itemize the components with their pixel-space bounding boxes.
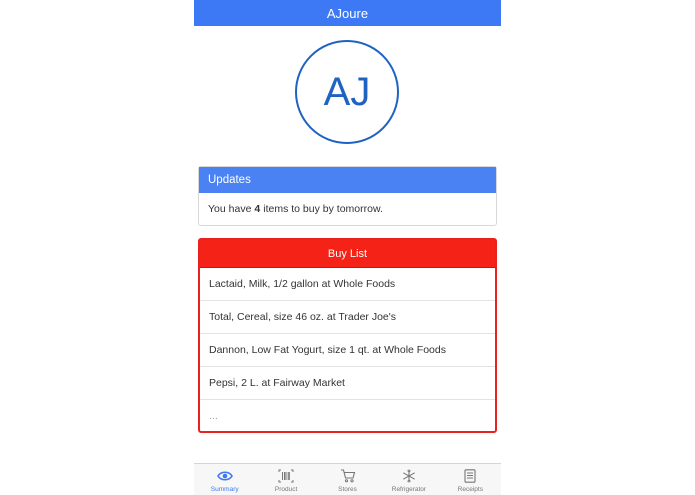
tab-label: Product bbox=[274, 486, 298, 493]
tab-label: Receipts bbox=[457, 486, 483, 493]
avatar-initials: AJ bbox=[323, 69, 371, 114]
eye-icon bbox=[216, 471, 233, 481]
tab-summary[interactable]: Summary bbox=[194, 464, 255, 495]
list-item-more[interactable]: ... bbox=[200, 400, 495, 432]
list-item[interactable]: Dannon, Low Fat Yogurt, size 1 qt. at Wh… bbox=[200, 334, 495, 367]
list-item-label: Lactaid, Milk, 1/2 gallon at Whole Foods bbox=[209, 278, 396, 290]
buy-list-panel: Buy List Lactaid, Milk, 1/2 gallon at Wh… bbox=[198, 238, 497, 433]
updates-title: Updates bbox=[208, 174, 251, 186]
tab-receipts[interactable]: Receipts bbox=[440, 464, 501, 495]
buy-list-header: Buy List bbox=[200, 240, 495, 268]
tab-label: Refrigerator bbox=[391, 486, 427, 493]
tab-refrigerator[interactable]: Refrigerator bbox=[378, 464, 439, 495]
updates-text-before: You have bbox=[208, 203, 252, 215]
receipt-icon bbox=[464, 469, 476, 483]
app-header: AJoure bbox=[194, 0, 501, 26]
updates-text-after: items to buy by tomorrow. bbox=[263, 203, 383, 215]
updates-panel: Updates You have 4 items to buy by tomor… bbox=[198, 166, 497, 226]
list-item-label: ... bbox=[209, 410, 218, 422]
tab-label: Stores bbox=[338, 486, 357, 493]
list-item[interactable]: Pepsi, 2 L. at Fairway Market bbox=[200, 367, 495, 400]
updates-body: You have 4 items to buy by tomorrow. bbox=[199, 193, 496, 225]
list-item[interactable]: Total, Cereal, size 46 oz. at Trader Joe… bbox=[200, 301, 495, 334]
list-item-label: Dannon, Low Fat Yogurt, size 1 qt. at Wh… bbox=[209, 344, 446, 356]
list-item-label: Pepsi, 2 L. at Fairway Market bbox=[209, 377, 345, 389]
tab-label: Summary bbox=[210, 486, 239, 493]
snowflake-icon bbox=[402, 469, 415, 483]
cart-icon bbox=[340, 469, 355, 483]
app-title: AJoure bbox=[326, 5, 369, 21]
phone-screen: AJoure AJ Updates You have 4 items to bu… bbox=[194, 0, 501, 495]
list-item[interactable]: Lactaid, Milk, 1/2 gallon at Whole Foods bbox=[200, 268, 495, 301]
buy-list-title: Buy List bbox=[327, 247, 368, 260]
tab-bar: Summary Product Stores Refrigerator Rece… bbox=[194, 463, 501, 495]
updates-header: Updates bbox=[199, 167, 496, 193]
list-item-label: Total, Cereal, size 46 oz. at Trader Joe… bbox=[209, 311, 397, 323]
avatar[interactable]: AJ bbox=[295, 40, 399, 144]
barcode-icon bbox=[278, 469, 294, 483]
updates-count: 4 bbox=[254, 203, 261, 215]
tab-stores[interactable]: Stores bbox=[317, 464, 378, 495]
tab-product[interactable]: Product bbox=[255, 464, 316, 495]
